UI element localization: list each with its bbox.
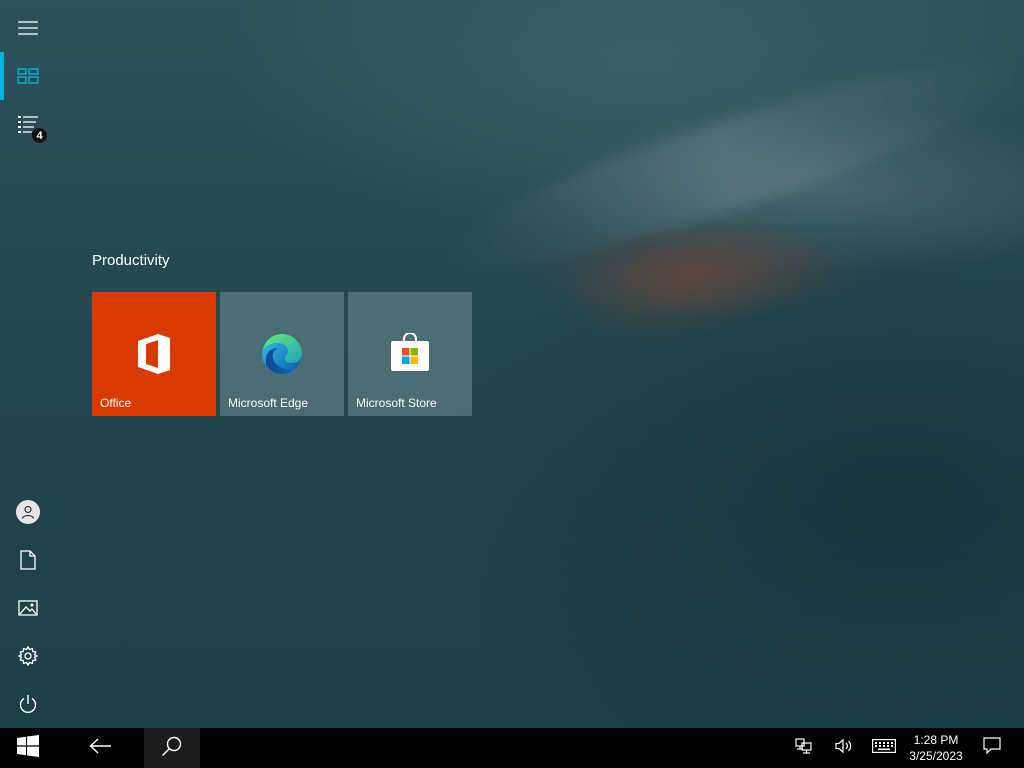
start-button[interactable] [0,728,56,768]
pictures-button[interactable] [0,584,56,632]
edge-icon [261,333,303,380]
network-button[interactable] [786,728,822,768]
clock-time: 1:28 PM [913,733,959,747]
document-icon [20,550,36,570]
back-button[interactable] [72,728,128,768]
gear-icon [18,646,38,666]
expand-menu-button[interactable] [0,4,56,52]
settings-button[interactable] [0,632,56,680]
tile-label: Microsoft Edge [228,396,309,410]
tiles-icon [17,68,39,84]
tile-group-title[interactable]: Productivity [92,252,170,269]
all-apps-button[interactable]: 4 [0,100,56,148]
search-button[interactable] [144,728,200,768]
power-icon [18,694,38,714]
start-menu-rail: 4 [0,0,56,728]
hamburger-icon [18,21,38,35]
volume-button[interactable] [826,728,862,768]
user-icon [16,500,40,524]
tiles-view-button[interactable] [0,52,56,100]
clock-date: 3/25/2023 [909,749,963,763]
microsoft-store-tile[interactable]: Microsoft Store [348,292,472,416]
back-arrow-icon [89,737,111,759]
taskbar: 1:28 PM 3/25/2023 [0,728,1024,768]
search-icon [161,735,183,762]
store-icon [390,332,430,378]
pictures-icon [18,600,38,616]
tile-label: Office [100,396,132,410]
unread-count-badge: 4 [31,127,48,144]
network-icon [795,737,813,759]
volume-icon [835,738,853,759]
notifications-icon [983,736,1001,760]
keyboard-icon [872,738,896,758]
documents-button[interactable] [0,536,56,584]
windows-logo-icon [17,734,39,762]
touch-keyboard-button[interactable] [866,728,902,768]
office-icon [136,333,172,380]
action-center-button[interactable] [974,728,1010,768]
tile-label: Microsoft Store [356,396,437,410]
office-tile[interactable]: Office [92,292,216,416]
taskbar-clock[interactable]: 1:28 PM 3/25/2023 [900,728,972,768]
account-button[interactable] [0,488,56,536]
power-button[interactable] [0,680,56,728]
microsoft-edge-tile[interactable]: Microsoft Edge [220,292,344,416]
